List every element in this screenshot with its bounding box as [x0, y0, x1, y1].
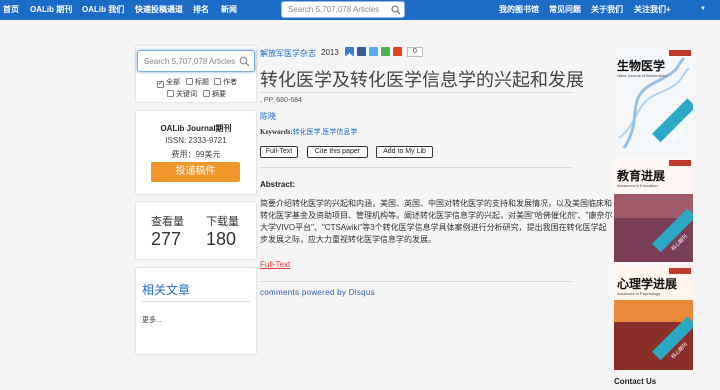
- disqus-link[interactable]: comments powered by Disqus: [260, 288, 375, 297]
- share-icon[interactable]: [381, 47, 390, 56]
- journal-issn: ISSN: 2333-9721: [165, 136, 227, 145]
- nav-home[interactable]: 首页: [3, 4, 19, 15]
- divider: [142, 301, 250, 302]
- nav-ranking[interactable]: 排名: [193, 4, 209, 15]
- related-title: 相关文章: [142, 283, 191, 297]
- nav-oalib-me[interactable]: OALib 我们: [82, 4, 124, 15]
- views-count: 277: [151, 229, 182, 249]
- chevron-down-icon[interactable]: ▼: [700, 6, 706, 12]
- divider: [260, 281, 573, 282]
- views-label: 查看量: [151, 216, 184, 228]
- nav-oalib-journal[interactable]: OALib 期刊: [30, 4, 72, 15]
- submit-manuscript-button[interactable]: 投递稿件: [151, 162, 240, 182]
- top-search-input[interactable]: Search 5,707,078 Articles: [281, 1, 405, 18]
- journal-fee: 费用：99美元: [171, 150, 221, 159]
- checkbox-abstract[interactable]: 摘要: [203, 89, 226, 99]
- search-icon[interactable]: [391, 5, 401, 15]
- article-pages: , PP. 680-684: [260, 97, 302, 104]
- divider: [260, 92, 573, 93]
- sidebar-search-placeholder: Search 5,707,078 Articles: [144, 57, 236, 66]
- checkbox-all[interactable]: ✓ 全部: [157, 77, 180, 88]
- nav-news[interactable]: 新闻: [221, 4, 237, 15]
- star-icon[interactable]: [345, 47, 354, 59]
- svg-text:Advances in Psychology: Advances in Psychology: [617, 291, 660, 296]
- journal-cover-psychology[interactable]: 心理学进展 Advances in Psychology 核心期刊: [614, 266, 693, 370]
- share-count: 0: [407, 47, 423, 57]
- twitter-icon[interactable]: [369, 47, 378, 56]
- svg-text:心理学进展: 心理学进展: [617, 276, 677, 291]
- add-to-library-button[interactable]: Add to My Lib: [376, 146, 433, 158]
- check-icon: ✓: [157, 81, 164, 88]
- article-title: 转化医学及转化医学信息学的兴起和发展: [260, 70, 584, 90]
- svg-text:Advances in Education: Advances in Education: [617, 183, 658, 188]
- plus-share-icon[interactable]: [393, 47, 402, 56]
- search-icon[interactable]: [239, 56, 250, 67]
- cover-psychology-art: 心理学进展 Advances in Psychology 核心期刊: [614, 266, 693, 370]
- contact-us-heading: Contact Us: [614, 377, 657, 386]
- journal-cover-education[interactable]: 教育进展 Advances in Education 核心期刊: [614, 158, 693, 262]
- full-text-link[interactable]: Full-Text: [260, 260, 290, 269]
- journal-title: OALib Journal期刊: [160, 124, 232, 133]
- top-search-placeholder: Search 5,707,078 Articles: [288, 5, 380, 14]
- downloads-count: 180: [206, 229, 237, 249]
- more-link[interactable]: 更多...: [142, 315, 162, 325]
- keywords: Keywords:转化医学,医学信息学: [260, 128, 358, 136]
- full-text-button[interactable]: Full-Text: [260, 146, 298, 158]
- svg-text:生物医学: 生物医学: [617, 58, 665, 73]
- article-year: 2013: [321, 48, 339, 57]
- checkbox-author[interactable]: 作者: [214, 77, 237, 87]
- nav-contact[interactable]: 关注我们+: [634, 4, 671, 15]
- abstract-text: 简要介绍转化医学的兴起和内涵，美国、英国、中国对转化医学的支持和发展情况，以及美…: [260, 199, 613, 244]
- facebook-icon[interactable]: [357, 47, 366, 56]
- svg-text:教育进展: 教育进展: [616, 168, 665, 183]
- journal-cover-biomedicine[interactable]: 生物医学 Hans Journal of Biomedicine 核心期刊: [614, 48, 693, 152]
- cite-paper-button[interactable]: Cite this paper: [307, 146, 368, 158]
- sidebar-search-input[interactable]: Search 5,707,078 Articles: [137, 50, 255, 72]
- downloads-label: 下载量: [206, 216, 239, 228]
- checkbox-keyword[interactable]: 关键词: [167, 89, 197, 99]
- author-link[interactable]: 陈晓: [260, 111, 276, 122]
- journal-link[interactable]: 解放军医学杂志: [260, 48, 316, 59]
- nav-about[interactable]: 关于我们: [591, 4, 623, 15]
- nav-my-library[interactable]: 我的图书馆: [499, 4, 539, 15]
- abstract-label: Abstract:: [260, 180, 296, 189]
- svg-text:Hans Journal of Biomedicine: Hans Journal of Biomedicine: [617, 73, 669, 78]
- nav-fast-submit[interactable]: 快速投稿通道: [135, 4, 183, 15]
- checkbox-title[interactable]: 标题: [186, 77, 209, 87]
- keywords-link[interactable]: 转化医学,医学信息学: [293, 128, 358, 136]
- cover-biomedicine-art: 生物医学 Hans Journal of Biomedicine 核心期刊: [614, 48, 693, 152]
- cover-education-art: 教育进展 Advances in Education 核心期刊: [614, 158, 693, 262]
- nav-faq[interactable]: 常见问题: [549, 4, 581, 15]
- divider: [260, 167, 573, 168]
